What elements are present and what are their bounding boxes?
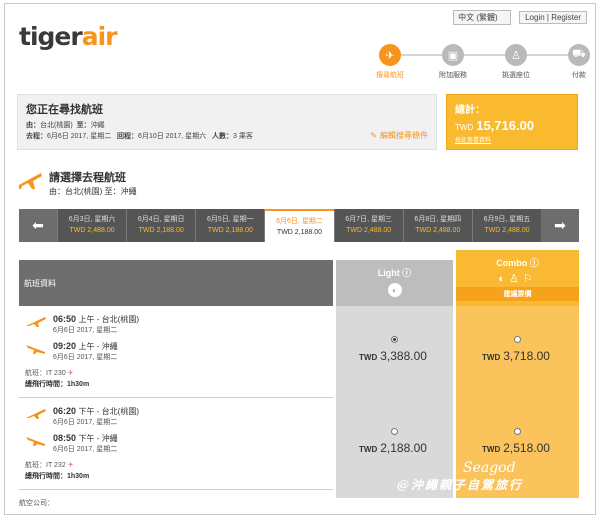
arrow-right-icon: ➡ (554, 217, 566, 233)
dates-line: 去程：6月6日 2017, 星期二 回程：6月10日 2017, 星期六 人數：… (26, 133, 253, 140)
fare-price: TWD 2,518.00 (482, 441, 550, 455)
bag-icon: ▣ (442, 44, 464, 66)
combo-label: Combo (496, 258, 528, 268)
date-selector: ⬅ 6月3日, 星期六 TWD 2,488.00 6月4日, 星期日 TWD 2,1… (19, 209, 579, 242)
light-fare-header: Light ⓘ ◐ (336, 260, 453, 306)
outbound-title: 請選擇去程航班 (49, 172, 126, 184)
fare-price: TWD 3,388.00 (359, 349, 427, 363)
light-fare-option[interactable]: TWD 3,388.00 (336, 306, 453, 398)
step-select-seat[interactable]: ♙ 挑選座位 (487, 44, 545, 80)
flight-row: 06:20 下午 - 台北(桃園) 6月6日 2017, 星期二 08:50 下午… (19, 398, 333, 490)
cart-icon: ⛟ (568, 44, 590, 66)
flight-number: 航班：IT 230 ✈ (25, 370, 74, 377)
seat-icon: ♙ (505, 44, 527, 66)
radio-unselected[interactable] (514, 428, 521, 435)
airline-footer: 航空公司： (19, 500, 54, 507)
route-line: 由：台北(桃園) 至：沖繩 (26, 122, 105, 129)
step-label: 挑選座位 (502, 72, 530, 79)
step-add-ons[interactable]: ▣ 附加服務 (424, 44, 482, 80)
arrival-plane-icon (26, 437, 45, 446)
login-register-link[interactable]: Login | Register (519, 11, 587, 24)
arrival-leg: 09:20 上午 - 沖繩 6月6日 2017, 星期二 (25, 341, 327, 362)
step-label: 附加服務 (439, 72, 467, 79)
top-links: 中文 (繁體) Login | Register (453, 10, 587, 25)
logo-text-suffix: air (81, 22, 118, 51)
step-search-flight[interactable]: ✈ 搜尋航班 (361, 44, 419, 80)
search-title: 您正在尋找航班 (26, 104, 103, 116)
prev-dates-button[interactable]: ⬅ (19, 209, 57, 242)
date-tab[interactable]: 6月7日, 星期三 TWD 2,488.00 (333, 209, 403, 242)
date-tab[interactable]: 6月8日, 星期四 TWD 2,488.00 (402, 209, 472, 242)
combo-fare-header: Combo ⓘ ◐♙⚐ 建議票價 (456, 250, 579, 306)
tigerair-logo[interactable]: tigerair (19, 22, 118, 51)
flight-duration: 總飛行時間：1h30m (25, 473, 90, 480)
light-label: Light (377, 268, 400, 278)
step-payment[interactable]: ⛟ 付款 (550, 44, 595, 80)
booking-steps: ✈ 搜尋航班 ▣ 附加服務 ♙ 挑選座位 ⛟ 付款 (361, 44, 595, 80)
edit-search-label: 編輯搜尋條件 (380, 131, 428, 140)
plane-takeoff-icon (19, 173, 42, 189)
flight-info-header: 航班資料 (19, 260, 333, 306)
plane-icon: ✈ (67, 462, 74, 469)
language-select[interactable]: 中文 (繁體) (453, 10, 512, 25)
arrival-leg: 08:50 下午 - 沖繩 6月6日 2017, 星期二 (25, 433, 327, 454)
departure-plane-icon (26, 409, 46, 419)
departure-plane-icon (26, 317, 46, 327)
logo-text-prefix: tiger (19, 22, 83, 51)
step-label: 付款 (572, 72, 586, 79)
flight-duration: 總飛行時間：1h30m (25, 381, 90, 388)
step-label: 搜尋航班 (376, 72, 404, 79)
date-tab[interactable]: 6月3日, 星期六 TWD 2,488.00 (57, 209, 126, 242)
edit-search-link[interactable]: ✎ 編輯搜尋條件 (370, 130, 428, 141)
baggage-icon: ◐ (387, 283, 402, 297)
date-tab[interactable]: 6月4日, 星期日 TWD 2,188.00 (126, 209, 195, 242)
flight-list: 06:50 上午 - 台北(桃園) 6月6日 2017, 星期二 09:20 上午… (19, 306, 333, 490)
next-dates-button[interactable]: ➡ (540, 209, 579, 242)
departure-leg: 06:50 上午 - 台北(桃園) 6月6日 2017, 星期二 (25, 314, 327, 335)
radio-selected[interactable] (391, 336, 398, 343)
info-icon[interactable]: ⓘ (402, 268, 411, 278)
price-detail-link[interactable]: 按此查看資料 (455, 135, 569, 144)
plane-icon: ✈ (379, 44, 401, 66)
date-tab-selected[interactable]: 6月6日, 星期二 TWD 2,188.00 (264, 209, 334, 242)
date-tab[interactable]: 6月5日, 星期一 TWD 2,188.00 (195, 209, 264, 242)
arrival-plane-icon (26, 345, 45, 354)
pencil-icon: ✎ (370, 131, 377, 140)
plane-icon: ✈ (67, 370, 74, 377)
fare-price: TWD 2,188.00 (359, 441, 427, 455)
watermark: Seagod @沖繩親子自駕旅行 (397, 460, 524, 492)
fare-price: TWD 3,718.00 (482, 349, 550, 363)
total-price-box: 總計： TWD 15,716.00 按此查看資料 (446, 94, 578, 150)
departure-leg: 06:20 下午 - 台北(桃園) 6月6日 2017, 星期二 (25, 406, 327, 427)
arrow-left-icon: ⬅ (32, 217, 44, 233)
date-tab[interactable]: 6月9日, 星期五 TWD 2,488.00 (471, 209, 541, 242)
combo-perks-icons: ◐♙⚐ (498, 273, 537, 285)
recommended-tag: 建議票價 (456, 287, 579, 301)
radio-unselected[interactable] (391, 428, 398, 435)
combo-fare-option[interactable]: TWD 3,718.00 (456, 306, 579, 398)
radio-unselected[interactable] (514, 336, 521, 343)
flight-row: 06:50 上午 - 台北(桃園) 6月6日 2017, 星期二 09:20 上午… (19, 306, 333, 398)
search-summary: 您正在尋找航班 由：台北(桃園) 至：沖繩 去程：6月6日 2017, 星期二 … (17, 94, 437, 150)
outbound-route: 由：台北(桃園) 至：沖繩 (49, 187, 137, 196)
total-value: TWD 15,716.00 (455, 118, 535, 133)
total-label: 總計： (455, 105, 485, 116)
flight-number: 航班：IT 232 ✈ (25, 462, 74, 469)
info-icon[interactable]: ⓘ (530, 258, 539, 268)
page-frame: tigerair 中文 (繁體) Login | Register ✈ 搜尋航班… (4, 3, 596, 515)
